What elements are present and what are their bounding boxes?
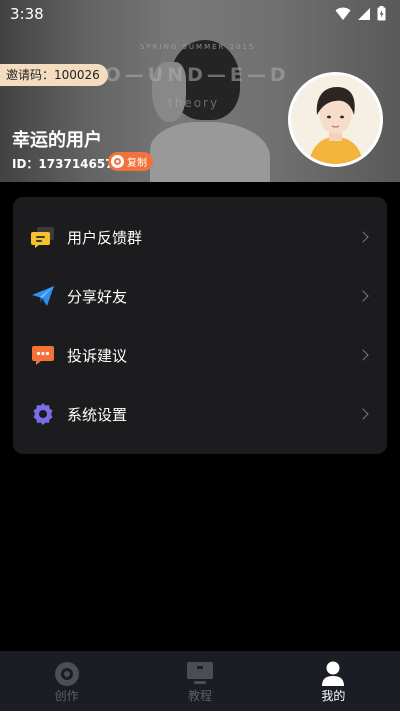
nav-label: 我的 xyxy=(321,689,346,703)
menu-item-label: 投诉建议 xyxy=(67,346,128,365)
bottom-nav: 创作 教程 我的 xyxy=(0,651,400,711)
chevron-right-icon xyxy=(357,231,369,243)
chat-bubbles-icon xyxy=(31,227,54,248)
menu-item-share-friends[interactable]: 分享好友 xyxy=(13,267,387,325)
create-disc-icon xyxy=(54,662,79,686)
menu-item-system-settings[interactable]: 系统设置 xyxy=(13,385,387,443)
status-time: 3:38 xyxy=(10,5,44,23)
copy-id-button[interactable]: 复制 xyxy=(108,152,153,171)
signal-icon xyxy=(358,7,370,20)
nav-tab-create[interactable]: 创作 xyxy=(0,651,133,711)
profile-icon xyxy=(322,661,345,686)
username: 幸运的用户 xyxy=(12,130,102,151)
menu-item-label: 用户反馈群 xyxy=(67,228,143,247)
status-bar: 3:38 xyxy=(0,0,400,28)
chevron-right-icon xyxy=(357,349,369,361)
settings-menu-card: 用户反馈群 分享好友 投诉建议 系统设置 xyxy=(13,197,387,454)
chevron-right-icon xyxy=(357,408,369,420)
chevron-right-icon xyxy=(357,290,369,302)
battery-icon xyxy=(377,6,386,21)
copy-button-label: 复制 xyxy=(127,158,147,169)
avatar-illustration xyxy=(291,75,380,164)
menu-item-complaints[interactable]: 投诉建议 xyxy=(13,326,387,384)
nav-tab-tutorial[interactable]: 教程 xyxy=(133,651,266,711)
copy-icon xyxy=(111,155,124,168)
message-dots-icon xyxy=(32,346,54,365)
nav-label: 教程 xyxy=(187,689,212,703)
paper-plane-icon xyxy=(32,286,54,306)
nav-label: 创作 xyxy=(54,689,79,703)
menu-item-label: 系统设置 xyxy=(67,405,128,424)
tutorial-icon xyxy=(186,662,213,684)
menu-item-feedback-group[interactable]: 用户反馈群 xyxy=(13,208,387,266)
wifi-icon xyxy=(335,7,351,20)
menu-item-label: 分享好友 xyxy=(67,287,128,306)
avatar[interactable] xyxy=(288,72,383,167)
invite-code-badge[interactable]: 邀请码：100026 xyxy=(0,64,108,86)
profile-screen: SPRING SUMMER 2015 RO—UND—E—D theory 3:3… xyxy=(0,0,400,711)
status-icons xyxy=(335,6,386,21)
gear-icon xyxy=(33,403,53,425)
nav-tab-mine[interactable]: 我的 xyxy=(267,651,400,711)
